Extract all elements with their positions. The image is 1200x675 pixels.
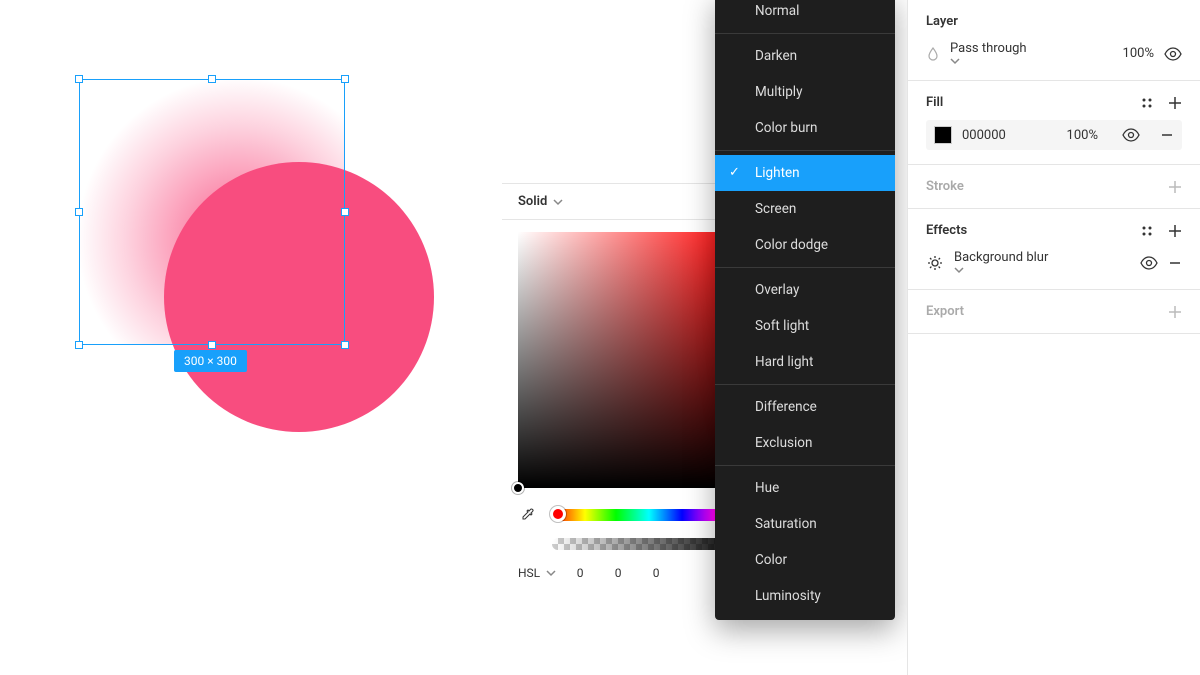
layer-blend-mode-value: Pass through — [950, 41, 1027, 56]
stroke-section: Stroke — [908, 165, 1200, 209]
menu-separator — [715, 465, 895, 466]
effects-styles-icon[interactable] — [1140, 224, 1154, 238]
blend-mode-option[interactable]: Luminosity — [715, 578, 895, 614]
effects-section: Effects Background blur — [908, 209, 1200, 290]
layer-blend-mode-selector[interactable]: Pass through — [950, 41, 1033, 66]
fill-hex-input[interactable]: 000000 — [962, 128, 1006, 143]
blend-mode-option[interactable]: Saturation — [715, 506, 895, 542]
fill-item[interactable]: 000000 100% — [926, 120, 1182, 150]
add-fill-icon[interactable] — [1168, 96, 1182, 110]
layer-opacity-input[interactable]: 100% — [1123, 46, 1154, 61]
resize-handle-top-right[interactable] — [341, 75, 349, 83]
saturation-input[interactable]: 0 — [604, 566, 632, 580]
stroke-section-title: Stroke — [926, 179, 964, 194]
fill-section-title: Fill — [926, 95, 943, 110]
export-section-title: Export — [926, 304, 964, 319]
color-cursor[interactable] — [512, 482, 524, 494]
menu-separator — [715, 384, 895, 385]
blend-mode-option[interactable]: Multiply — [715, 74, 895, 110]
droplet-icon — [926, 47, 940, 61]
fill-opacity-input[interactable]: 100% — [1067, 128, 1098, 143]
eyedropper-icon[interactable] — [518, 504, 540, 526]
menu-separator — [715, 150, 895, 151]
hue-input[interactable]: 0 — [566, 566, 594, 580]
layer-section-title: Layer — [926, 14, 958, 29]
blend-mode-option[interactable]: Soft light — [715, 308, 895, 344]
resize-handle-bottom-middle[interactable] — [208, 341, 216, 349]
blend-mode-option[interactable]: Color dodge — [715, 227, 895, 263]
blend-mode-option[interactable]: Exclusion — [715, 425, 895, 461]
add-effect-icon[interactable] — [1168, 224, 1182, 238]
menu-separator — [715, 33, 895, 34]
blend-mode-option[interactable]: Darken — [715, 38, 895, 74]
selection-bounds[interactable] — [79, 79, 345, 345]
layer-section: Layer Pass through 100% — [908, 0, 1200, 81]
chevron-down-icon — [954, 265, 1054, 275]
lightness-input[interactable]: 0 — [642, 566, 670, 580]
effects-section-title: Effects — [926, 223, 967, 238]
export-section: Export — [908, 290, 1200, 334]
fill-color-swatch[interactable] — [934, 126, 952, 144]
blend-mode-option[interactable]: Hard light — [715, 344, 895, 380]
resize-handle-top-middle[interactable] — [208, 75, 216, 83]
blend-mode-option[interactable]: Color — [715, 542, 895, 578]
add-export-icon[interactable] — [1168, 305, 1182, 319]
fill-type-label: Solid — [518, 194, 547, 209]
blend-mode-option[interactable]: Lighten — [715, 155, 895, 191]
color-mode-selector[interactable]: HSL — [518, 566, 556, 580]
hue-slider-knob[interactable] — [550, 506, 566, 522]
blend-mode-option[interactable]: Color burn — [715, 110, 895, 146]
blend-mode-option[interactable]: Screen — [715, 191, 895, 227]
blend-mode-option[interactable]: Difference — [715, 389, 895, 425]
blend-mode-option[interactable]: Overlay — [715, 272, 895, 308]
effect-type-selector[interactable]: Background blur — [954, 250, 1054, 275]
properties-sidebar: Layer Pass through 100% Fill — [907, 0, 1200, 675]
chevron-down-icon — [950, 56, 1033, 66]
effect-type-value: Background blur — [954, 250, 1048, 265]
chevron-down-icon — [546, 568, 556, 578]
fill-visibility-toggle-icon[interactable] — [1122, 128, 1140, 142]
resize-handle-bottom-right[interactable] — [341, 341, 349, 349]
chevron-down-icon — [553, 197, 563, 207]
resize-handle-middle-right[interactable] — [341, 208, 349, 216]
blend-mode-option[interactable]: Normal — [715, 0, 895, 29]
color-saturation-area[interactable] — [518, 232, 746, 488]
resize-handle-top-left[interactable] — [75, 75, 83, 83]
selection-size-badge: 300 × 300 — [174, 350, 247, 372]
fill-section: Fill 000000 100% — [908, 81, 1200, 165]
blend-mode-dropdown[interactable]: Normal DarkenMultiplyColor burn LightenScr… — [715, 0, 895, 620]
effect-settings-icon[interactable] — [926, 255, 944, 271]
remove-fill-icon[interactable] — [1160, 128, 1174, 142]
add-stroke-icon[interactable] — [1168, 180, 1182, 194]
visibility-toggle-icon[interactable] — [1164, 47, 1182, 61]
color-mode-label: HSL — [518, 566, 540, 580]
resize-handle-bottom-left[interactable] — [75, 341, 83, 349]
blend-mode-option[interactable]: Hue — [715, 470, 895, 506]
styles-icon[interactable] — [1140, 96, 1154, 110]
remove-effect-icon[interactable] — [1168, 256, 1182, 270]
resize-handle-middle-left[interactable] — [75, 208, 83, 216]
effect-visibility-toggle-icon[interactable] — [1140, 256, 1158, 270]
menu-separator — [715, 267, 895, 268]
